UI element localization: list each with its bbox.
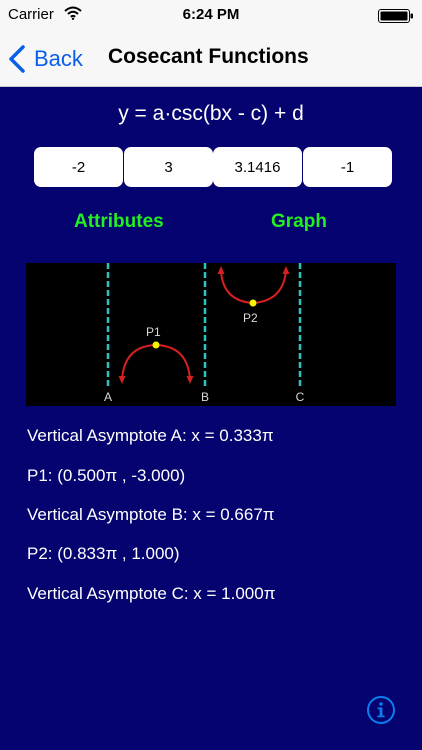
back-button[interactable]: Back [8,41,83,77]
param-d-input[interactable] [303,147,392,187]
curve-arrow-1-right [186,376,194,384]
param-c-input[interactable] [213,147,302,187]
battery-icon [378,9,414,27]
tab-graph[interactable]: Graph [271,211,327,233]
formula-text: y = a·csc(bx - c) + d [118,102,304,125]
curve-branch-2 [220,270,287,305]
asymptote-c-label: C [296,390,305,404]
navigation-bar: Back Cosecant Functions [0,33,422,87]
curve-branch-1 [121,343,191,381]
point-p1-info: P1: (0.500π , -3.000) [27,466,186,485]
param-b-input[interactable] [124,147,213,187]
info-icon[interactable] [366,695,396,725]
status-bar: Carrier 6:24 PM [0,0,422,33]
page-title: Cosecant Functions [108,45,309,68]
chevron-left-icon [9,45,25,73]
asymptote-a-label: A [104,390,112,404]
asymptote-b-info: Vertical Asymptote B: x = 0.667π [27,505,275,524]
function-graph: P1 P2 A B C [26,263,396,406]
curve-arrow-2-left [217,266,225,274]
point-p1 [152,341,160,349]
tab-attributes[interactable]: Attributes [74,211,164,233]
curve-arrow-2-right [282,266,290,274]
asymptote-b-label: B [201,390,209,404]
point-p2-info: P2: (0.833π , 1.000) [27,544,180,563]
point-p2 [249,299,257,307]
asymptote-c-info: Vertical Asymptote C: x = 1.000π [27,584,276,603]
point-p2-label: P2 [243,311,258,325]
point-p1-label: P1 [146,325,161,339]
asymptote-a-info: Vertical Asymptote A: x = 0.333π [27,426,274,445]
param-a-input[interactable] [34,147,123,187]
back-label: Back [34,46,83,71]
curve-arrow-1-left [118,376,126,384]
status-time: 6:24 PM [182,6,240,23]
